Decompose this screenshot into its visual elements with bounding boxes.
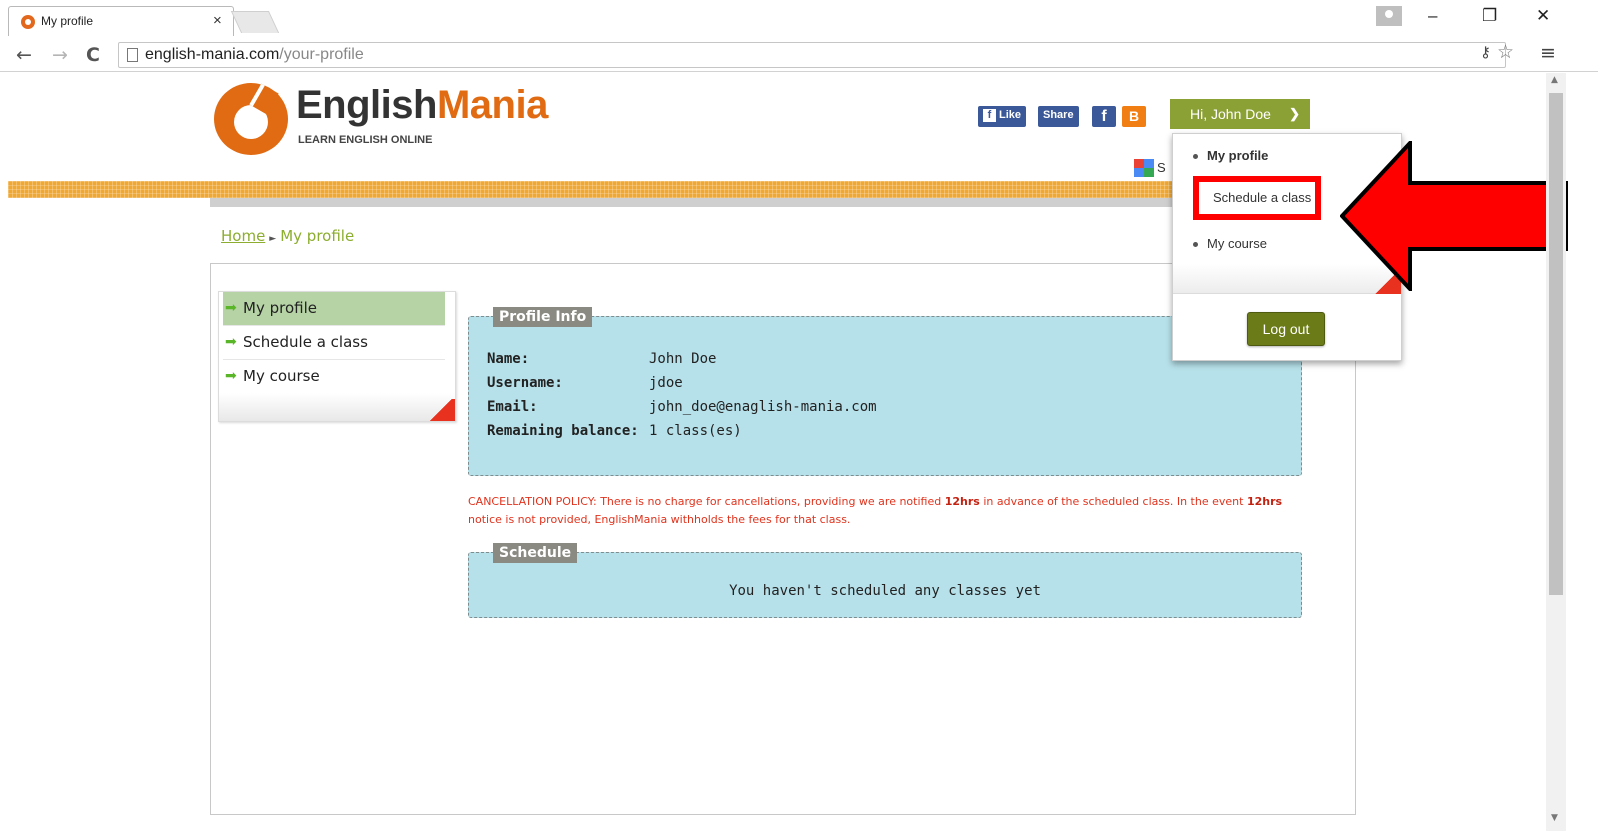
sidebar-footer [219,393,455,421]
facebook-like-button[interactable]: f Like [978,106,1027,127]
arrow-right-icon: ➡ [225,334,237,350]
breadcrumb-separator-icon: ► [269,234,277,244]
logo-icon[interactable] [214,83,288,155]
user-menu-button[interactable]: Hi, John Doe ❯ [1170,99,1310,129]
site-favicon-icon [21,15,35,29]
breadcrumb: Home ► My profile [221,227,354,245]
site-logo[interactable]: EnglishMania [296,83,548,128]
breadcrumb-home-link[interactable]: Home [221,227,265,245]
info-row-balance: Remaining balance: 1 class(es) [487,423,742,439]
site-tagline: LEARN ENGLISH ONLINE [298,134,433,146]
schedule-title: Schedule [493,543,578,563]
sidebar-item-my-course[interactable]: ➡ My course [223,360,445,394]
translate-label[interactable]: S [1157,160,1166,175]
bullet-icon [1193,154,1198,160]
tab-close-icon[interactable]: × [213,12,222,29]
google-translate-icon[interactable] [1134,159,1154,177]
page-icon [127,48,138,62]
tab-title: My profile [41,14,94,28]
browser-user-icon[interactable] [1376,6,1402,26]
scroll-up-icon[interactable]: ▲ [1551,75,1558,85]
scrollbar-thumb[interactable] [1549,93,1563,595]
arrow-right-icon: ➡ [225,300,237,316]
back-arrow-icon[interactable]: ← [16,44,32,66]
dropdown-item-schedule-a-class[interactable]: Schedule a class [1193,176,1321,220]
bookmark-star-icon[interactable]: ☆ [1497,41,1514,63]
breadcrumb-current: My profile [280,227,355,245]
url-text[interactable]: english-mania.com/your-profile [145,46,364,64]
logout-button[interactable]: Log out [1247,312,1325,346]
browser-tab[interactable]: My profile × [8,6,234,36]
chevron-down-icon: ❯ [1289,106,1300,121]
dropdown-item-my-profile[interactable]: My profile [1193,148,1268,163]
sidebar-item-schedule-a-class[interactable]: ➡ Schedule a class [223,326,445,360]
web-page: EnglishMania LEARN ENGLISH ONLINE f Like … [0,73,1546,831]
forward-arrow-icon[interactable]: → [52,44,68,66]
arrow-right-icon: ➡ [225,368,237,384]
browser-menu-icon[interactable]: ≡ [1540,42,1556,64]
sidebar-item-my-profile[interactable]: ➡ My profile [223,292,445,326]
info-row-username: Username: jdoe [487,375,683,391]
reload-icon[interactable]: C [86,44,100,66]
new-tab-button[interactable] [230,11,280,33]
close-window-button[interactable]: ✕ [1536,6,1550,26]
browser-tab-bar: My profile × – ❐ ✕ [0,0,1598,38]
info-row-email: Email: john_doe@enaglish-mania.com [487,399,877,415]
schedule-panel: Schedule You haven't scheduled any class… [468,543,1302,618]
dropdown-item-my-course[interactable]: My course [1193,236,1267,251]
sidebar-corner-decoration [427,399,455,421]
facebook-page-icon[interactable]: f [1092,106,1116,127]
facebook-share-button[interactable]: Share [1038,106,1079,127]
facebook-icon: f [983,109,996,122]
restore-button[interactable]: ❐ [1482,6,1497,26]
key-icon[interactable]: ⚷ [1480,43,1491,61]
browser-toolbar: ← → C english-mania.com/your-profile ⚷ ☆… [0,38,1598,72]
schedule-empty-message: You haven't scheduled any classes yet [729,583,1041,599]
scroll-down-icon[interactable]: ▼ [1551,813,1558,823]
sidebar-menu: ➡ My profile ➡ Schedule a class ➡ My cou… [218,291,456,422]
page-scrollbar[interactable]: ▲ ▼ [1546,73,1566,831]
minimize-button[interactable]: – [1428,6,1437,26]
bullet-icon [1193,242,1198,248]
blogger-icon[interactable]: B [1122,106,1146,127]
cancellation-policy: CANCELLATION POLICY: There is no charge … [468,495,1283,526]
profile-info-title: Profile Info [493,307,593,327]
info-row-name: Name: John Doe [487,351,717,367]
address-bar[interactable]: english-mania.com/your-profile [118,42,1506,68]
